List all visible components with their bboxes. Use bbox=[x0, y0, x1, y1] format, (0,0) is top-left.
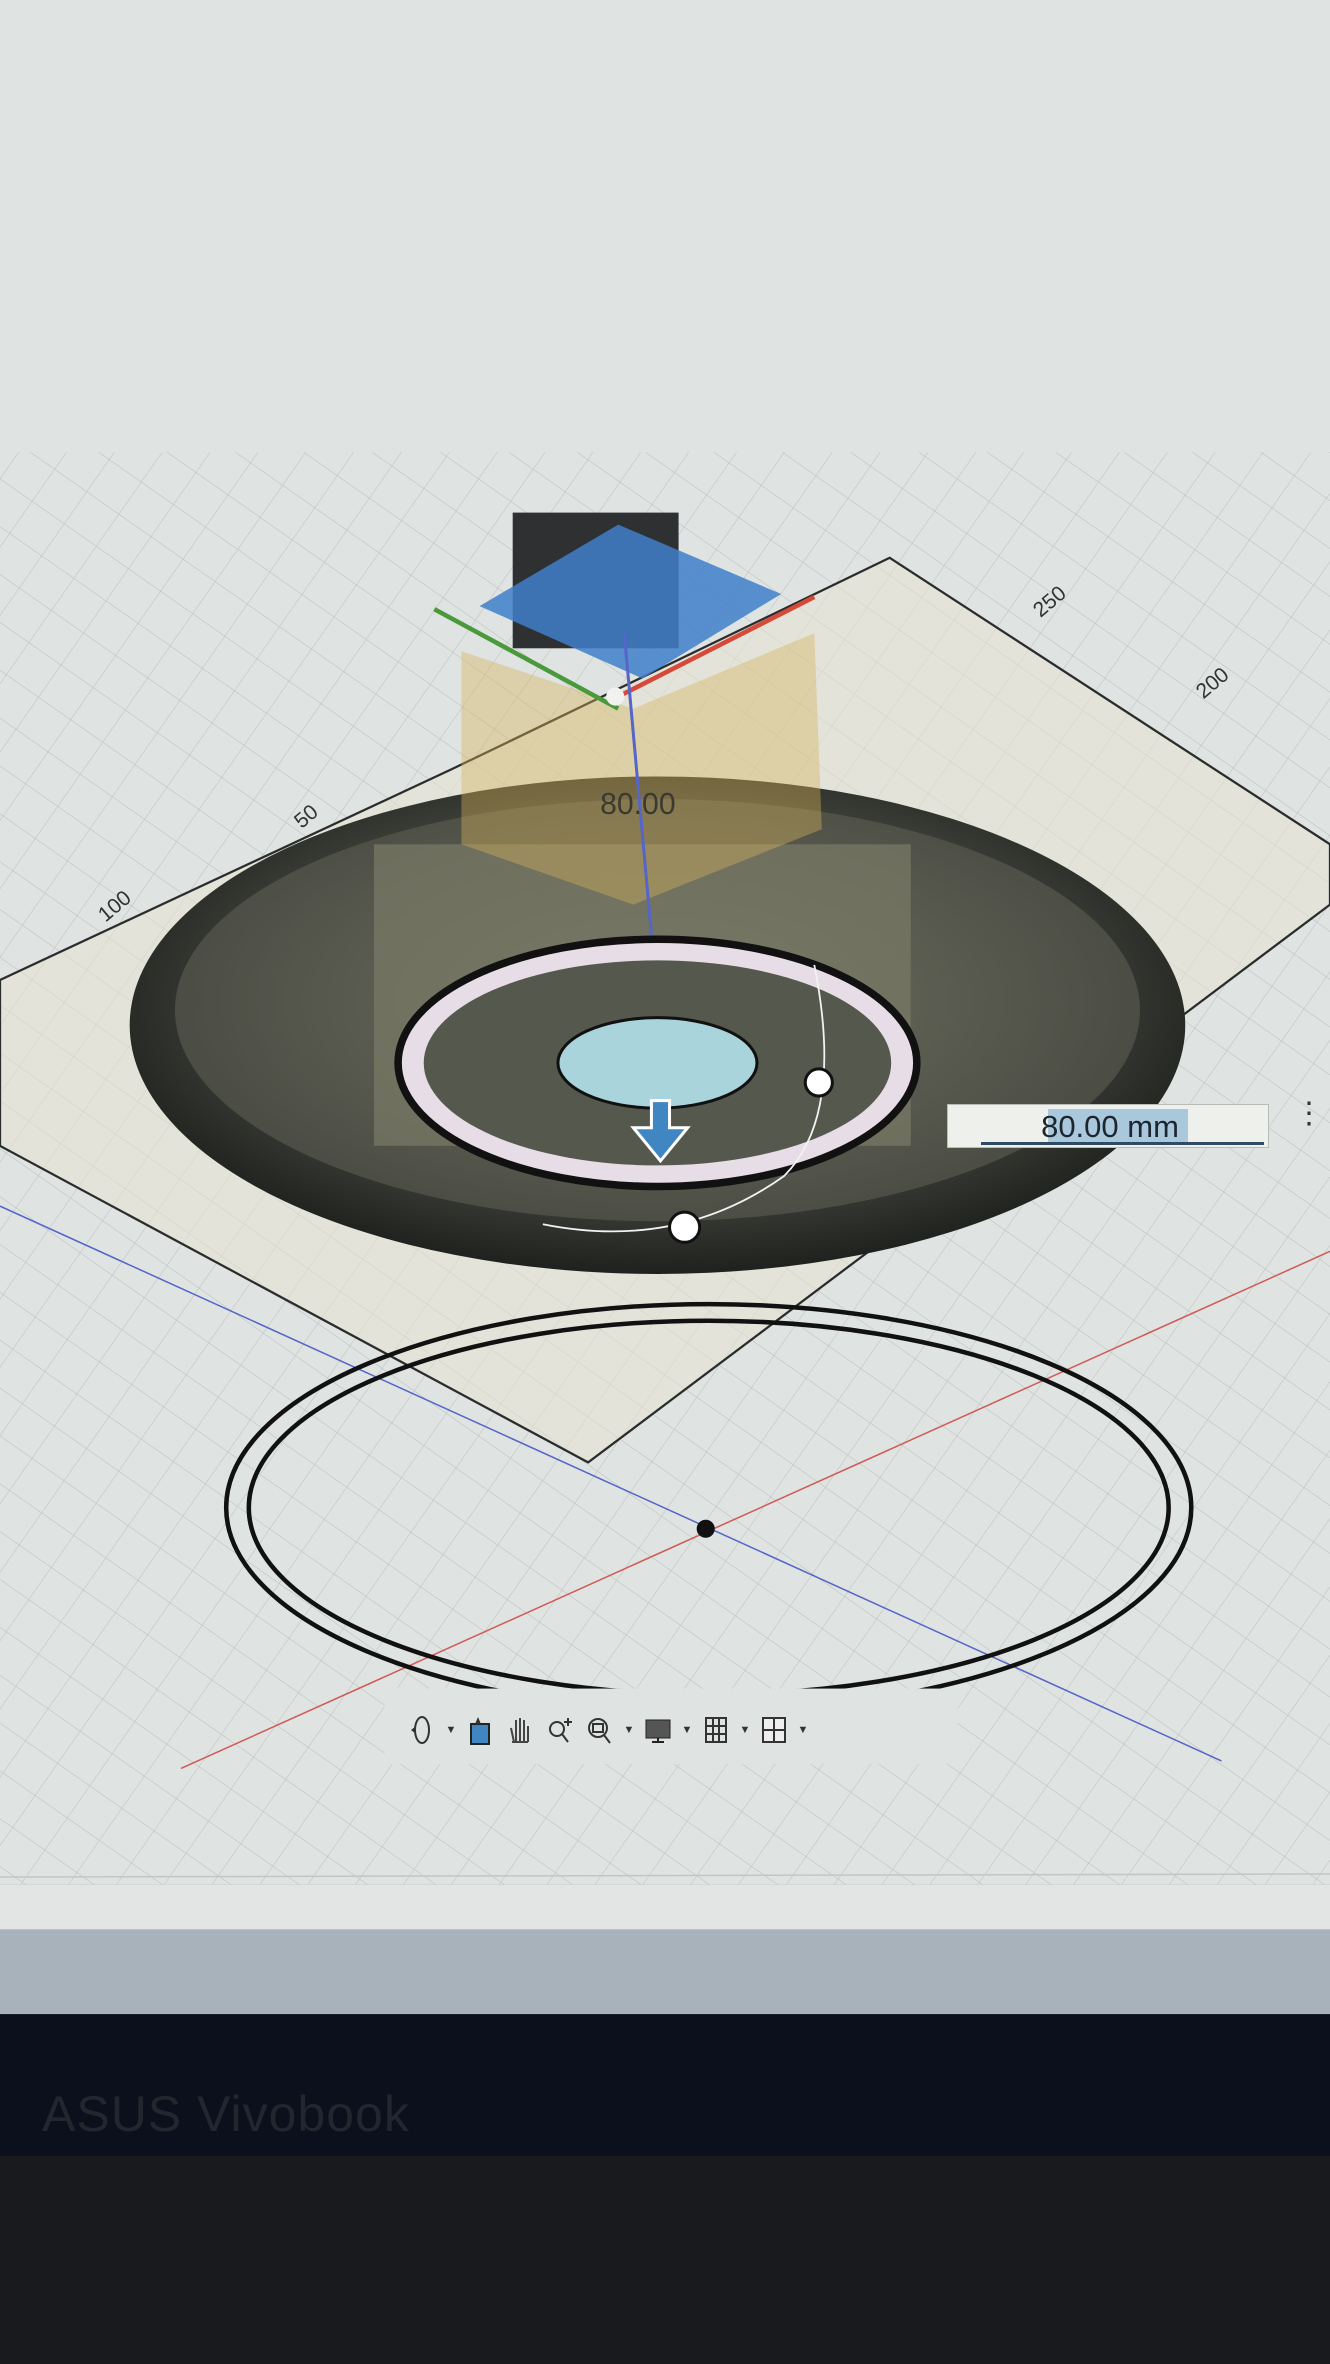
navigation-toolbar: ▼ ▼ ▼ ▼ ▼ bbox=[405, 1708, 809, 1752]
rotation-handle[interactable] bbox=[668, 1210, 702, 1244]
fit-dropdown[interactable]: ▼ bbox=[623, 1724, 635, 1736]
dimension-label: 80.00 bbox=[600, 788, 675, 821]
device-brand-label: ASUS Vivobook bbox=[42, 2086, 410, 2142]
orbit-icon[interactable] bbox=[405, 1711, 439, 1749]
grid-icon[interactable] bbox=[699, 1711, 733, 1749]
display-settings-icon[interactable] bbox=[641, 1711, 675, 1749]
origin-point bbox=[696, 1519, 715, 1538]
extrude-distance-field[interactable] bbox=[947, 1104, 1272, 1149]
canvas-viewport[interactable]: 250 200 50 100 80.00 bbox=[0, 0, 1330, 2364]
zoom-icon[interactable] bbox=[543, 1711, 577, 1749]
viewports-icon[interactable] bbox=[757, 1711, 791, 1749]
look-at-icon[interactable] bbox=[463, 1711, 497, 1749]
orbit-dropdown[interactable]: ▼ bbox=[445, 1724, 457, 1736]
more-options-icon[interactable]: ⋮ bbox=[1294, 1099, 1324, 1144]
pan-icon[interactable] bbox=[503, 1711, 537, 1749]
viewports-dropdown[interactable]: ▼ bbox=[797, 1724, 809, 1736]
fit-icon[interactable] bbox=[583, 1711, 617, 1749]
display-settings-dropdown[interactable]: ▼ bbox=[681, 1724, 693, 1736]
taper-handle[interactable] bbox=[803, 1067, 834, 1098]
grid-dropdown[interactable]: ▼ bbox=[739, 1724, 751, 1736]
sketch-profile-center[interactable] bbox=[556, 1016, 759, 1110]
screen-bezel bbox=[0, 1929, 1330, 2015]
